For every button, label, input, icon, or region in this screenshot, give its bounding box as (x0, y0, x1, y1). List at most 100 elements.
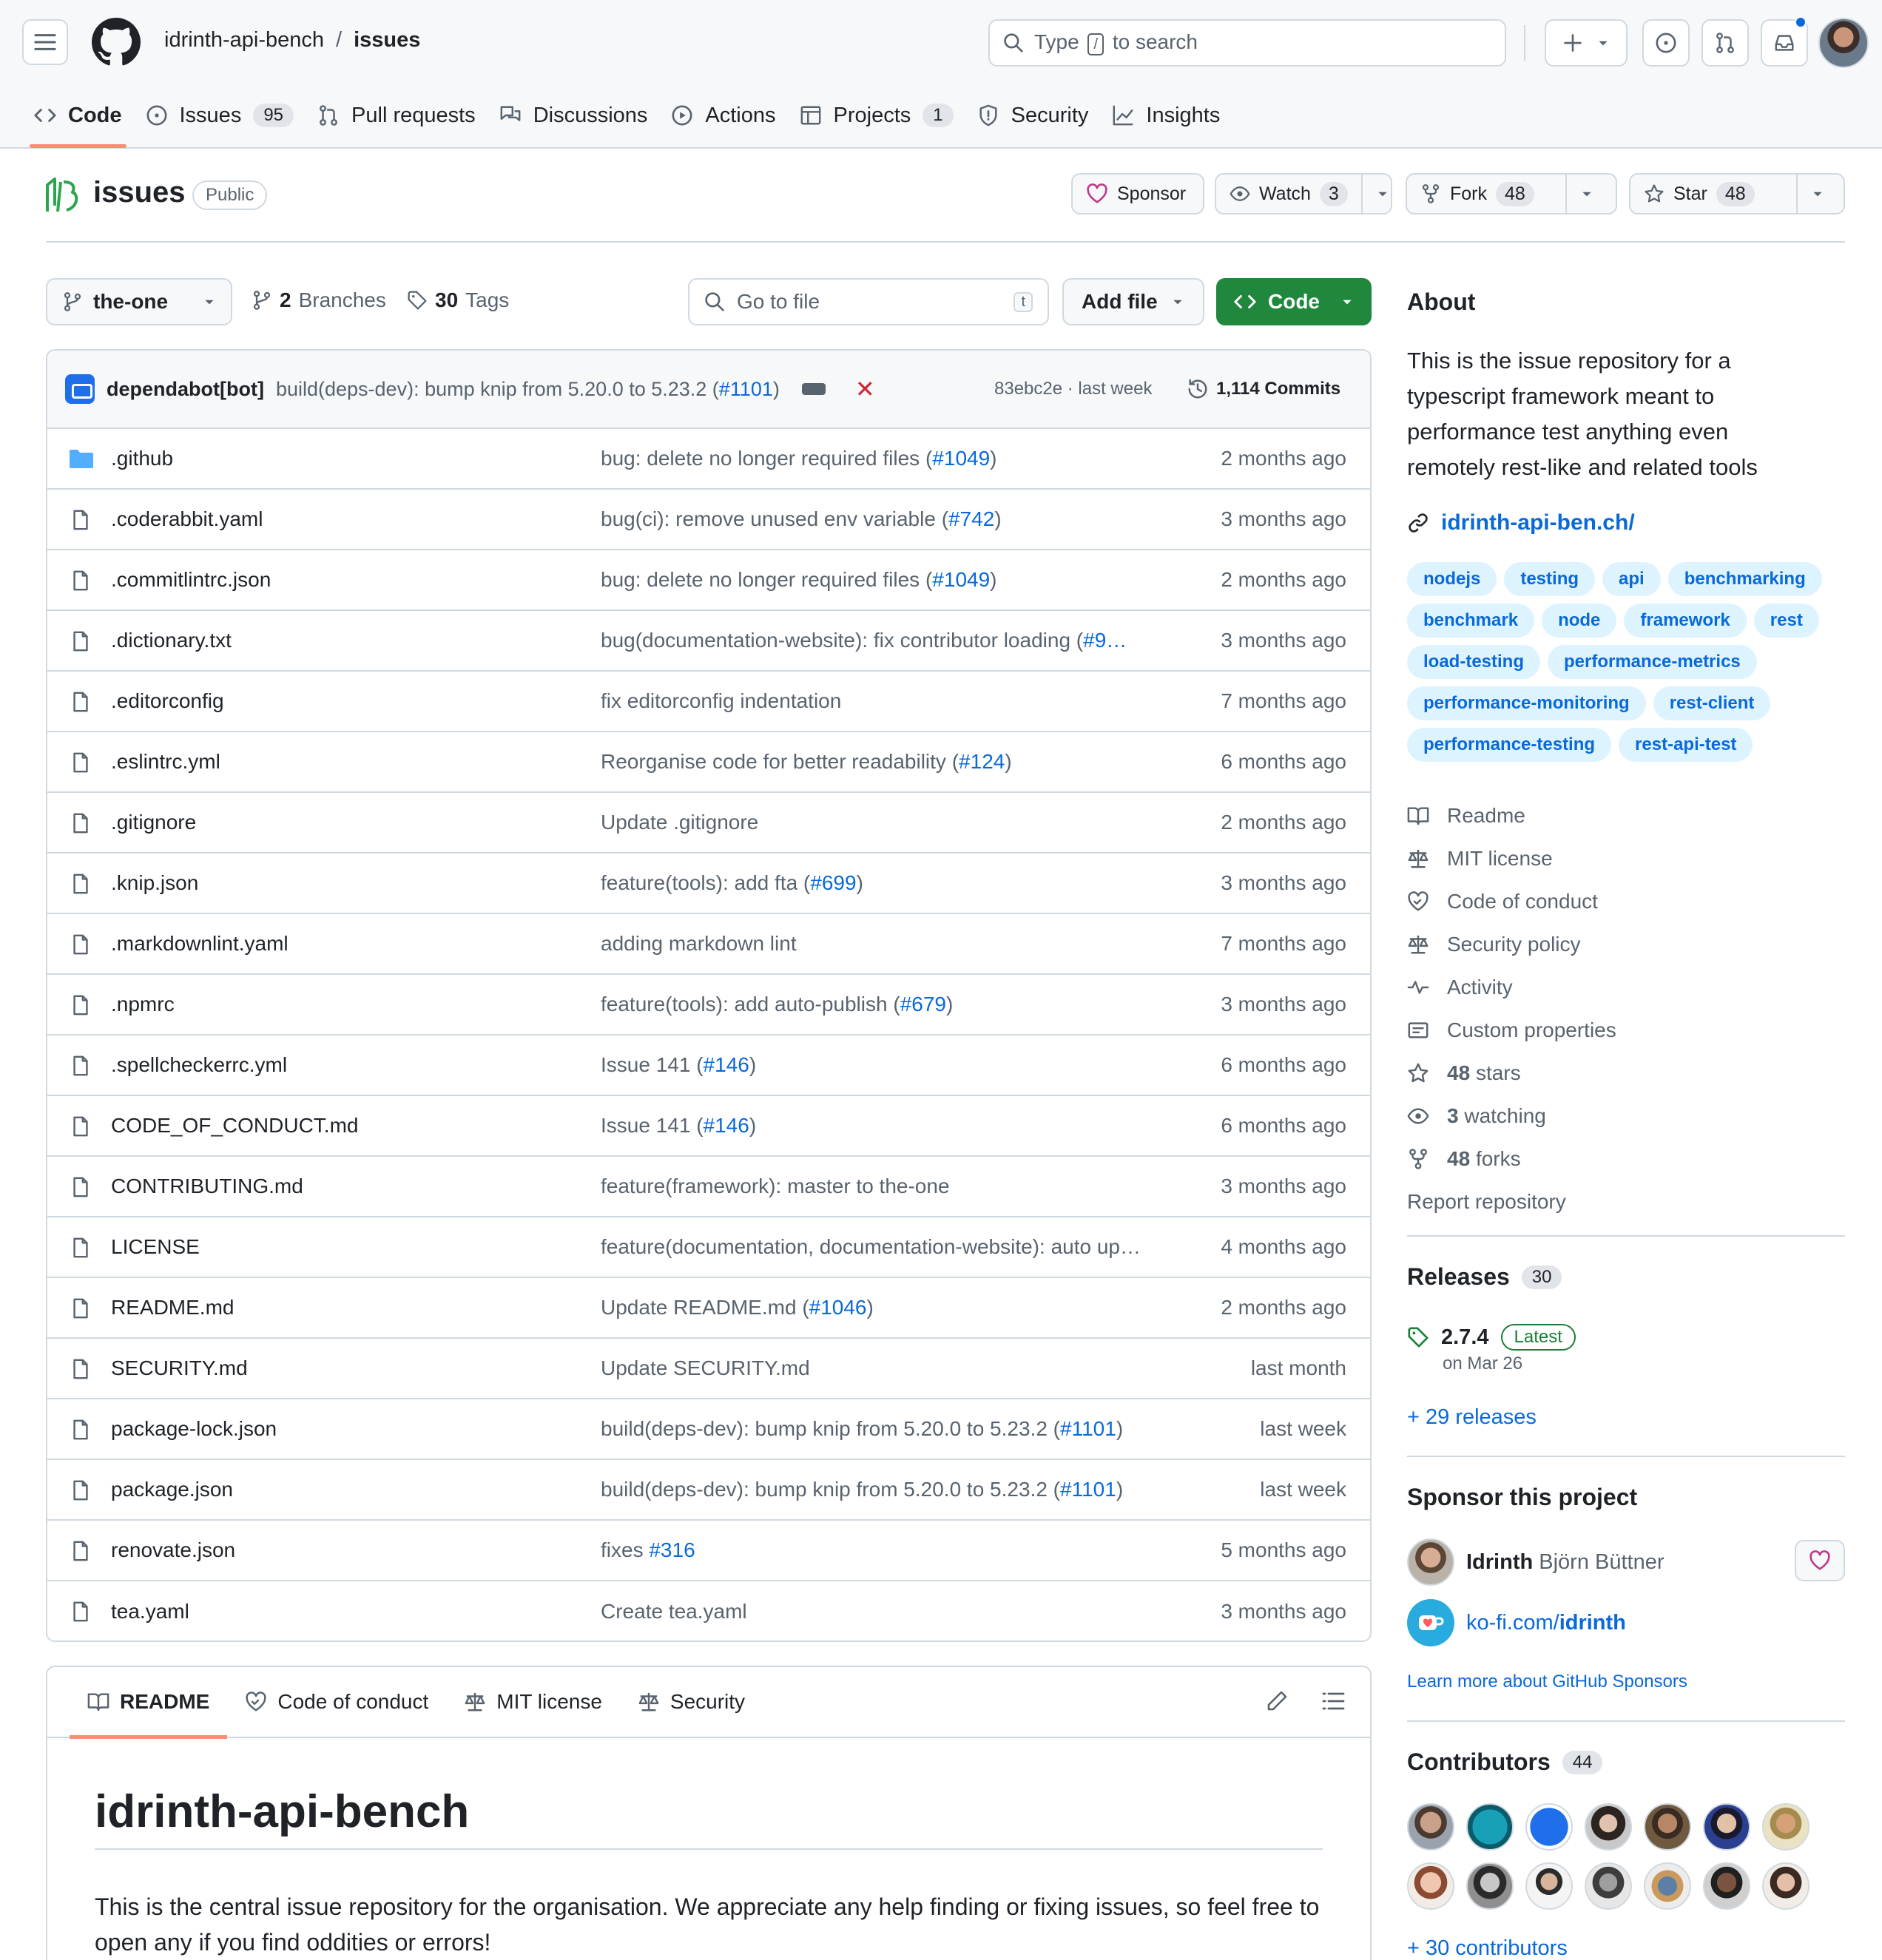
sidebar-item-security-policy[interactable]: Security policy (1407, 923, 1616, 966)
topic-tag[interactable]: benchmarking (1667, 562, 1822, 596)
sidebar-item-activity[interactable]: Activity (1407, 966, 1616, 1009)
commit-pr-link[interactable]: #124 (959, 750, 1005, 773)
latest-release[interactable]: 2.7.4 Latest (1407, 1324, 1576, 1351)
commits-link[interactable]: 1,114 Commits (1187, 378, 1340, 400)
topic-tag[interactable]: performance-monitoring (1407, 686, 1646, 720)
commit-pr-link[interactable]: #146 (704, 1053, 749, 1076)
star-button[interactable]: Star 48 (1629, 173, 1845, 214)
file-commit-message[interactable]: Update README.md (#1046) (601, 1296, 874, 1319)
tab-insights[interactable]: Insights (1100, 89, 1232, 142)
commit-author[interactable]: dependabot[bot] (107, 378, 264, 401)
sidebar-item-forks[interactable]: 48 forks (1407, 1138, 1616, 1180)
topic-tag[interactable]: performance-testing (1407, 728, 1612, 762)
file-name[interactable]: .eslintrc.yml (111, 750, 220, 774)
more-contributors-link[interactable]: + 30 contributors (1407, 1936, 1568, 1960)
commit-message[interactable]: build(deps-dev): bump knip from 5.20.0 t… (276, 378, 780, 401)
file-name[interactable]: CODE_OF_CONDUCT.md (111, 1114, 358, 1138)
commit-pr-link[interactable]: #742 (948, 507, 994, 530)
commit-pr-link[interactable]: #679 (900, 993, 946, 1016)
commit-pr-link[interactable]: #146 (704, 1114, 749, 1137)
commit-pr-link[interactable]: #9… (1083, 629, 1127, 652)
tab-security[interactable]: Security (965, 89, 1101, 142)
file-row[interactable]: renovate.json fixes #316 5 months ago (47, 1521, 1370, 1581)
file-name[interactable]: .commitlintrc.json (111, 568, 271, 592)
file-name[interactable]: README.md (111, 1296, 234, 1319)
sidebar-item-custom-properties[interactable]: Custom properties (1407, 1009, 1616, 1052)
more-releases-link[interactable]: + 29 releases (1407, 1405, 1537, 1430)
tab-code[interactable]: Code (22, 89, 134, 148)
file-commit-message[interactable]: build(deps-dev): bump knip from 5.20.0 t… (601, 1417, 1123, 1441)
contributor-avatar[interactable] (1585, 1862, 1632, 1910)
file-row[interactable]: .spellcheckerrc.yml Issue 141 (#146) 6 mon… (47, 1035, 1370, 1096)
file-row[interactable]: package.json build(deps-dev): bump knip f… (47, 1460, 1370, 1521)
commit-pr-link[interactable]: #699 (810, 871, 856, 894)
contributor-avatar[interactable] (1525, 1803, 1573, 1851)
menu-icon[interactable] (22, 19, 68, 65)
file-row[interactable]: .knip.json feature(tools): add fta (#699)… (47, 854, 1370, 914)
file-commit-message[interactable]: bug: delete no longer required files (#1… (601, 447, 997, 470)
contributor-avatar[interactable] (1466, 1803, 1514, 1851)
file-row[interactable]: README.md Update README.md (#1046) 2 month… (47, 1278, 1370, 1339)
contributor-avatar[interactable] (1762, 1803, 1810, 1851)
file-row[interactable]: .commitlintrc.json bug: delete no longer … (47, 550, 1370, 611)
contributor-avatar[interactable] (1585, 1803, 1632, 1851)
topic-tag[interactable]: benchmark (1407, 604, 1535, 638)
user-avatar[interactable] (1818, 18, 1869, 68)
commit-pr-link[interactable]: #1046 (809, 1296, 867, 1319)
file-commit-message[interactable]: bug(documentation-website): fix contribu… (601, 629, 1127, 652)
file-commit-message[interactable]: Update .gitignore (601, 811, 758, 834)
file-commit-message[interactable]: Issue 141 (#146) (601, 1114, 756, 1138)
learn-sponsors-link[interactable]: Learn more about GitHub Sponsors (1407, 1672, 1687, 1692)
file-commit-message[interactable]: Issue 141 (#146) (601, 1053, 756, 1077)
breadcrumb-repo[interactable]: issues (354, 28, 420, 53)
sidebar-item-mit-license[interactable]: MIT license (1407, 837, 1616, 880)
topic-tag[interactable]: rest (1753, 604, 1819, 638)
fork-dropdown[interactable] (1565, 175, 1607, 213)
contributor-avatar[interactable] (1407, 1862, 1454, 1910)
contributor-avatar[interactable] (1466, 1862, 1514, 1910)
contributor-avatar[interactable] (1407, 1803, 1454, 1851)
sidebar-item-readme[interactable]: Readme (1407, 794, 1616, 837)
file-name[interactable]: .npmrc (111, 993, 175, 1016)
contributor-avatar[interactable] (1703, 1803, 1750, 1851)
tab-pull-requests[interactable]: Pull requests (306, 89, 488, 142)
your-issues-button[interactable] (1642, 19, 1690, 67)
file-name[interactable]: .editorconfig (111, 689, 224, 713)
website-link[interactable]: idrinth-api-ben.ch/ (1407, 510, 1635, 535)
file-row[interactable]: .gitignore Update .gitignore 2 months ago (47, 793, 1370, 854)
sponsor-user[interactable]: Idrinth Björn Büttner (1407, 1538, 1665, 1586)
contributor-avatar[interactable] (1703, 1862, 1750, 1910)
go-to-file-input[interactable]: Go to file t (688, 278, 1049, 325)
file-row[interactable]: .eslintrc.yml Reorganise code for better … (47, 732, 1370, 793)
file-row[interactable]: LICENSE feature(documentation, documentat… (47, 1217, 1370, 1278)
your-pull-requests-button[interactable] (1701, 19, 1749, 67)
contributors-heading[interactable]: Contributors 44 (1407, 1748, 1603, 1776)
commit-pr-link[interactable]: #1049 (932, 447, 990, 470)
file-name[interactable]: tea.yaml (111, 1600, 189, 1623)
commit-pr-link[interactable]: #1101 (1060, 1417, 1116, 1440)
file-row[interactable]: .npmrc feature(tools): add auto-publish (… (47, 975, 1370, 1035)
file-name[interactable]: .gitignore (111, 811, 196, 834)
github-logo-icon[interactable] (92, 18, 141, 67)
watch-dropdown[interactable] (1360, 175, 1403, 213)
contributor-avatar[interactable] (1644, 1803, 1691, 1851)
tab-mit-license[interactable]: MIT license (446, 1667, 620, 1737)
topic-tag[interactable]: rest-client (1653, 686, 1771, 720)
contributor-avatar[interactable] (1644, 1862, 1691, 1910)
file-commit-message[interactable]: bug(ci): remove unused env variable (#74… (601, 507, 1002, 531)
repo-name[interactable]: issues (93, 176, 186, 209)
file-commit-message[interactable]: feature(documentation, documentation-web… (601, 1235, 1141, 1259)
file-name[interactable]: .knip.json (111, 871, 198, 895)
kofi-link[interactable]: ko-fi.com/idrinth (1407, 1599, 1626, 1646)
file-name[interactable]: renovate.json (111, 1538, 235, 1562)
topic-tag[interactable]: load-testing (1407, 645, 1540, 679)
topic-tag[interactable]: rest-api-test (1619, 728, 1753, 762)
file-name[interactable]: .markdownlint.yaml (111, 932, 289, 956)
topic-tag[interactable]: api (1602, 562, 1661, 596)
topic-tag[interactable]: node (1542, 604, 1617, 638)
file-row[interactable]: package-lock.json build(deps-dev): bump k… (47, 1399, 1370, 1460)
contributor-avatar[interactable] (1525, 1862, 1573, 1910)
file-commit-message[interactable]: bug: delete no longer required files (#1… (601, 568, 997, 592)
list-unordered-icon[interactable] (1321, 1689, 1345, 1713)
tab-code-of-conduct[interactable]: Code of conduct (227, 1667, 446, 1737)
